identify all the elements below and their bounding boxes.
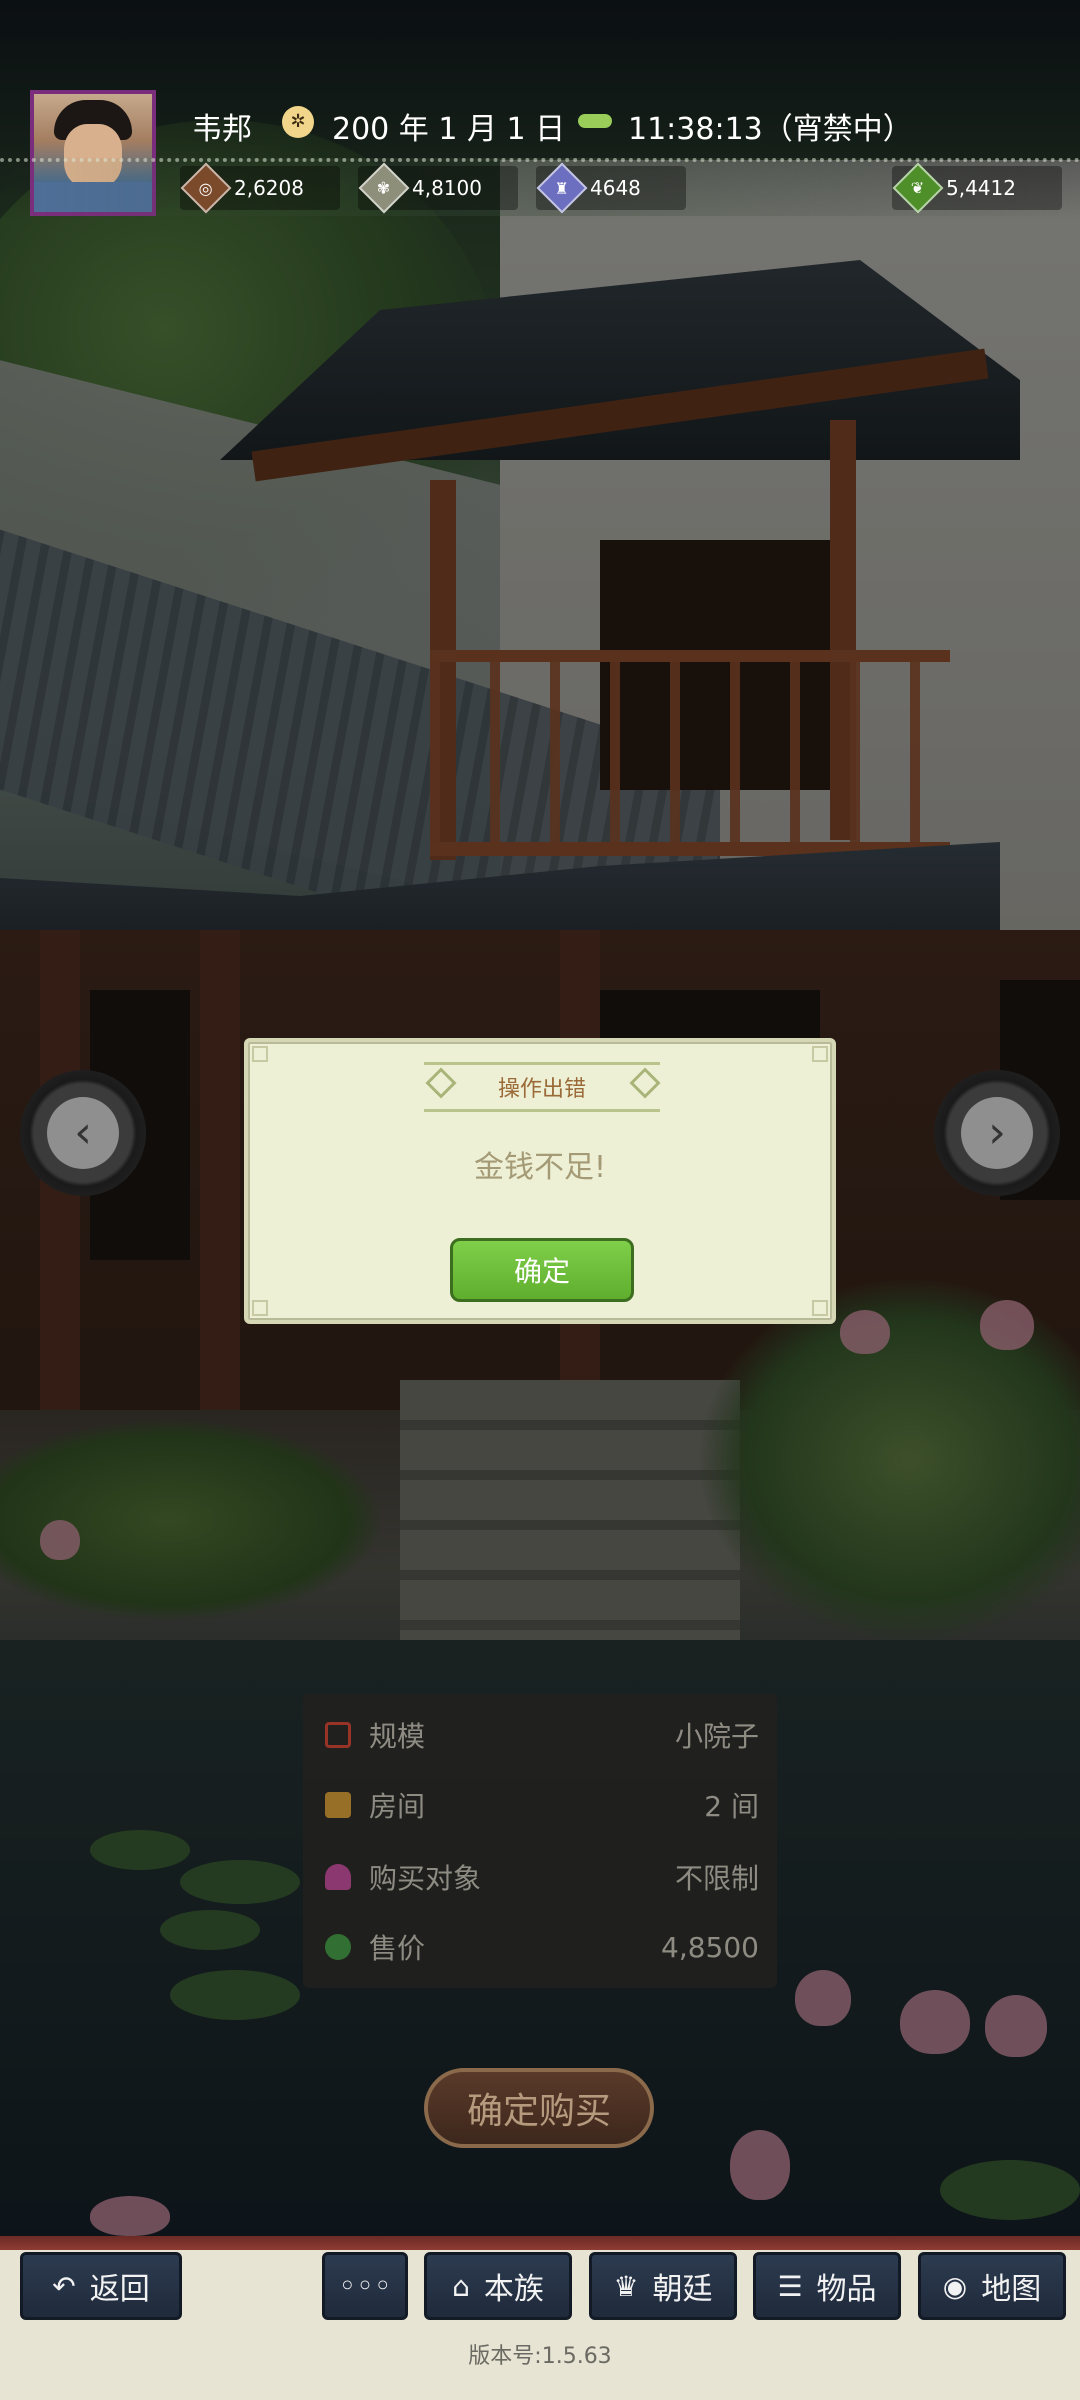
error-dialog: 操作出错 金钱不足! 确定 xyxy=(244,1038,836,1324)
scale-icon xyxy=(325,1722,351,1748)
resource-money[interactable]: ❦ 5,4412 xyxy=(892,162,1016,214)
map-label: 地图 xyxy=(981,2272,1042,2307)
dialog-corner xyxy=(812,1300,828,1316)
game-date: 200 年 1 月 1 日 xyxy=(332,112,566,147)
buyer-icon xyxy=(325,1864,351,1890)
more-icon: ◦◦◦ xyxy=(338,2268,392,2304)
dialog-title: 操作出错 xyxy=(497,1077,586,1102)
confirm-purchase-button[interactable]: 确定购买 xyxy=(424,2068,654,2148)
info-value: 2 间 xyxy=(704,1790,759,1823)
chevron-right-icon: › xyxy=(961,1097,1033,1169)
info-value: 4,8500 xyxy=(661,1930,759,1964)
price-icon xyxy=(325,1934,351,1960)
cricket-icon xyxy=(578,114,612,128)
dialog-corner xyxy=(252,1300,268,1316)
items-button[interactable]: ☰ 物品 xyxy=(753,2252,901,2320)
grain-icon: ✾ xyxy=(358,162,410,214)
player-name: 韦邦 xyxy=(192,112,252,147)
court-button[interactable]: ♛ 朝廷 xyxy=(589,2252,737,2320)
court-label: 朝廷 xyxy=(652,2272,713,2307)
info-value: 不限制 xyxy=(674,1862,759,1895)
coins-icon: ◎ xyxy=(180,162,232,214)
money-bag-icon: ❦ xyxy=(892,162,944,214)
info-value: 小院子 xyxy=(674,1720,759,1753)
resource-value: 4,8100 xyxy=(412,176,482,200)
prev-arrow-button[interactable]: ‹ xyxy=(20,1070,146,1196)
info-row-rooms: 房间 2 间 xyxy=(325,1780,759,1830)
info-label: 售价 xyxy=(369,1932,426,1965)
dialog-corner xyxy=(252,1046,268,1062)
clan-label: 本族 xyxy=(483,2272,544,2307)
chevron-left-icon: ‹ xyxy=(47,1097,119,1169)
items-icon: ☰ xyxy=(777,2269,803,2303)
resource-value: 2,6208 xyxy=(234,176,304,200)
info-label: 房间 xyxy=(369,1790,426,1823)
next-arrow-button[interactable]: › xyxy=(934,1070,1060,1196)
nav-rail xyxy=(0,2236,1080,2250)
map-button[interactable]: ◉ 地图 xyxy=(918,2252,1066,2320)
property-info-panel: 规模 小院子 房间 2 间 购买对象 不限制 售价 4,8500 xyxy=(303,1694,777,1988)
resource-value: 5,4412 xyxy=(946,176,1016,200)
resource-coins[interactable]: ◎ 2,6208 xyxy=(180,162,304,214)
clan-button[interactable]: ⌂ 本族 xyxy=(424,2252,572,2320)
room-icon xyxy=(325,1792,351,1818)
clan-icon: ⌂ xyxy=(452,2269,470,2303)
resource-grain[interactable]: ✾ 4,8100 xyxy=(358,162,482,214)
dialog-title-band: 操作出错 xyxy=(424,1062,660,1112)
court-icon: ♛ xyxy=(613,2269,639,2303)
info-row-scale: 规模 小院子 xyxy=(325,1710,759,1760)
more-button[interactable]: ◦◦◦ xyxy=(322,2252,408,2320)
resource-soldiers[interactable]: ♜ 4648 xyxy=(536,162,641,214)
back-button[interactable]: ↶ 返回 xyxy=(20,2252,182,2320)
back-label: 返回 xyxy=(89,2272,150,2307)
info-row-buyer: 购买对象 不限制 xyxy=(325,1852,759,1902)
version-label: 版本号:1.5.63 xyxy=(468,2344,612,2369)
info-label: 规模 xyxy=(369,1720,426,1753)
game-time: 11:38:13（宵禁中） xyxy=(628,112,913,147)
items-label: 物品 xyxy=(816,2272,877,2307)
dialog-message: 金钱不足! xyxy=(473,1150,607,1185)
resource-value: 4648 xyxy=(590,176,641,200)
ok-button[interactable]: 确定 xyxy=(450,1238,634,1302)
info-row-price: 售价 4,8500 xyxy=(325,1922,759,1972)
dialog-corner xyxy=(812,1046,828,1062)
info-label: 购买对象 xyxy=(369,1862,482,1895)
map-icon: ◉ xyxy=(942,2269,968,2303)
soldier-icon: ♜ xyxy=(536,162,588,214)
back-icon: ↶ xyxy=(52,2269,76,2303)
calendar-seal-icon: ✲ xyxy=(282,106,314,138)
